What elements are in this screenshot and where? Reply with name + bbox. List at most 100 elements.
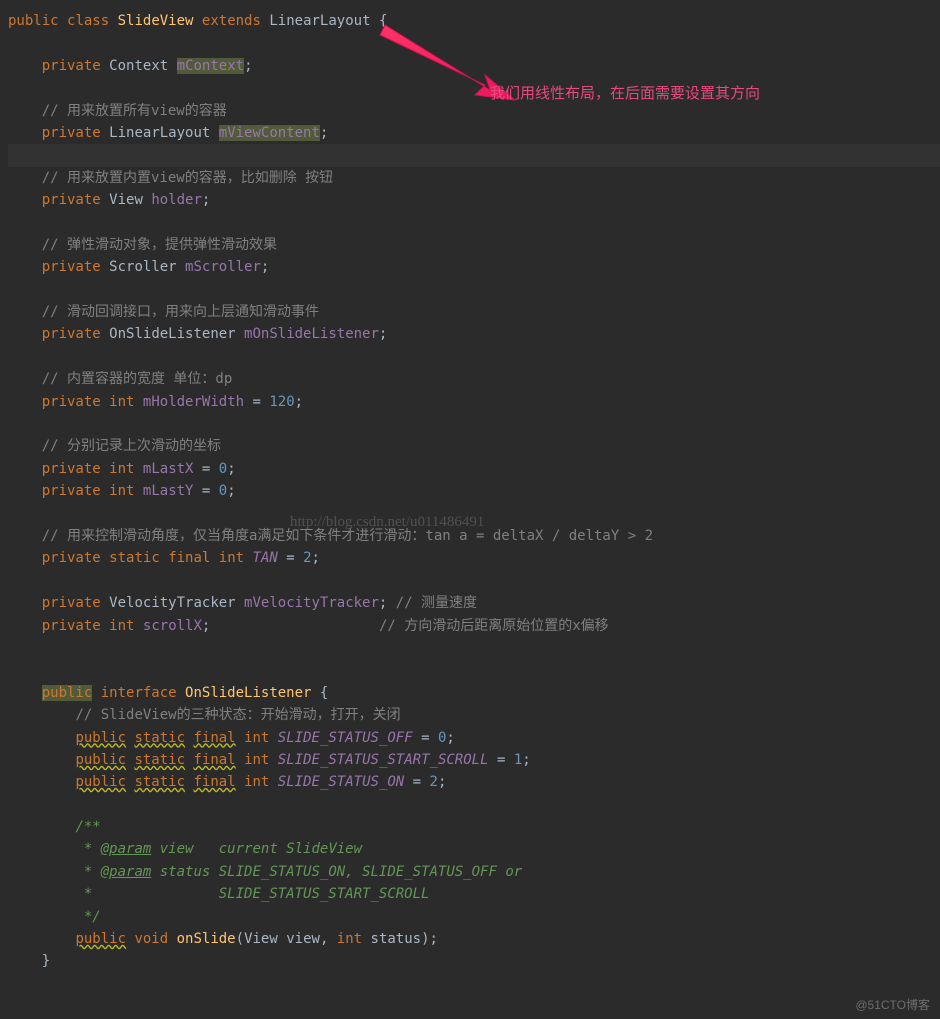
param: status bbox=[362, 931, 421, 947]
field: SLIDE_STATUS_ON bbox=[278, 774, 404, 790]
code-line: private int mLastY = 0; bbox=[8, 480, 940, 502]
eq: = bbox=[489, 752, 514, 768]
type: View bbox=[109, 192, 143, 208]
keyword-int: int bbox=[244, 730, 269, 746]
field: mScroller bbox=[185, 259, 261, 275]
keyword: private bbox=[42, 595, 101, 611]
javadoc: * bbox=[75, 841, 100, 857]
blank-line bbox=[8, 212, 940, 234]
blank-line bbox=[8, 637, 940, 659]
keyword: private bbox=[42, 550, 101, 566]
keyword: public bbox=[75, 774, 126, 790]
method-name: onSlide bbox=[177, 931, 236, 947]
type: View bbox=[244, 931, 278, 947]
code-line: private LinearLayout mViewContent; bbox=[8, 122, 940, 144]
comment: // 弹性滑动对象，提供弹性滑动效果 bbox=[42, 237, 277, 253]
parent-class: LinearLayout bbox=[269, 13, 370, 29]
code-line: private int scrollX; // 方向滑动后距离原始位置的x偏移 bbox=[8, 615, 940, 637]
field: scrollX bbox=[143, 618, 202, 634]
keyword-int: int bbox=[109, 394, 134, 410]
code-line: private View holder; bbox=[8, 189, 940, 211]
eq: = bbox=[278, 550, 303, 566]
javadoc: */ bbox=[75, 909, 100, 925]
watermark-center: http://blog.csdn.net/u011486491 bbox=[290, 510, 484, 534]
field: mContext bbox=[177, 58, 244, 74]
comment: // 内置容器的宽度 单位：dp bbox=[42, 371, 233, 387]
keyword: final bbox=[193, 752, 235, 768]
keyword: private bbox=[42, 483, 101, 499]
param: view bbox=[278, 931, 320, 947]
keyword: public bbox=[75, 730, 126, 746]
comment: // SlideView的三种状态：开始滑动，打开，关闭 bbox=[75, 707, 400, 723]
keyword: private bbox=[42, 326, 101, 342]
keyword: private bbox=[42, 58, 101, 74]
comment: // 滑动回调接口，用来向上层通知滑动事件 bbox=[42, 304, 319, 320]
code-line: private int mLastX = 0; bbox=[8, 458, 940, 480]
type: LinearLayout bbox=[109, 125, 210, 141]
keyword: final bbox=[193, 730, 235, 746]
blank-line bbox=[8, 279, 940, 301]
comment: // 分别记录上次滑动的坐标 bbox=[42, 438, 221, 454]
blank-line bbox=[8, 659, 940, 681]
keyword: final bbox=[168, 550, 210, 566]
doc-line: * SLIDE_STATUS_START_SCROLL bbox=[8, 883, 940, 905]
code-line: private Context mContext; bbox=[8, 55, 940, 77]
type: VelocityTracker bbox=[109, 595, 235, 611]
code-line: public static final int SLIDE_STATUS_OFF… bbox=[8, 727, 940, 749]
comment-line: // 用来放置内置view的容器，比如删除 按钮 bbox=[8, 167, 940, 189]
keyword-int: int bbox=[219, 550, 244, 566]
code-line: } bbox=[8, 950, 940, 972]
keyword-void: void bbox=[134, 931, 168, 947]
keyword-int: int bbox=[244, 774, 269, 790]
code-line: public interface OnSlideListener { bbox=[8, 682, 940, 704]
keyword-int: int bbox=[109, 483, 134, 499]
keyword-int: int bbox=[337, 931, 362, 947]
keyword: static bbox=[109, 550, 160, 566]
blank-line bbox=[8, 413, 940, 435]
comment-line: // 用来放置所有view的容器 bbox=[8, 100, 940, 122]
number: 120 bbox=[269, 394, 294, 410]
keyword-extends: extends bbox=[202, 13, 261, 29]
code-line: public class SlideView extends LinearLay… bbox=[8, 10, 940, 32]
field: SLIDE_STATUS_OFF bbox=[278, 730, 413, 746]
keyword: private bbox=[42, 618, 101, 634]
number: 2 bbox=[430, 774, 438, 790]
keyword: static bbox=[134, 774, 185, 790]
code-line: private static final int TAN = 2; bbox=[8, 547, 940, 569]
keyword: private bbox=[42, 125, 101, 141]
keyword: static bbox=[134, 730, 185, 746]
keyword-public: public bbox=[8, 13, 59, 29]
number: 1 bbox=[514, 752, 522, 768]
watermark-corner: @51CTO博客 bbox=[855, 996, 930, 1015]
brace: { bbox=[311, 685, 328, 701]
blank-line bbox=[8, 346, 940, 368]
keyword: final bbox=[193, 774, 235, 790]
comment: // 用来放置所有view的容器 bbox=[42, 103, 227, 119]
code-editor: public class SlideView extends LinearLay… bbox=[0, 10, 940, 973]
keyword: private bbox=[42, 394, 101, 410]
javadoc-tag: @param bbox=[101, 864, 152, 880]
comment-line: // 分别记录上次滑动的坐标 bbox=[8, 435, 940, 457]
field: SLIDE_STATUS_START_SCROLL bbox=[278, 752, 489, 768]
code-line: private int mHolderWidth = 120; bbox=[8, 391, 940, 413]
keyword: private bbox=[42, 461, 101, 477]
comment-line: // 滑动回调接口，用来向上层通知滑动事件 bbox=[8, 301, 940, 323]
eq: = bbox=[413, 730, 438, 746]
eq: = bbox=[193, 483, 218, 499]
keyword: static bbox=[134, 752, 185, 768]
number: 0 bbox=[219, 461, 227, 477]
code-line: private Scroller mScroller; bbox=[8, 256, 940, 278]
javadoc-text: view current SlideView bbox=[151, 841, 362, 857]
javadoc: * SLIDE_STATUS_START_SCROLL bbox=[75, 886, 429, 902]
comment: // 用来放置内置view的容器，比如删除 按钮 bbox=[42, 170, 333, 186]
blank-line bbox=[8, 794, 940, 816]
number: 0 bbox=[438, 730, 446, 746]
close: ); bbox=[421, 931, 438, 947]
field: mOnSlideListener bbox=[244, 326, 379, 342]
code-line: private VelocityTracker mVelocityTracker… bbox=[8, 592, 940, 614]
code-line: private OnSlideListener mOnSlideListener… bbox=[8, 323, 940, 345]
keyword: public bbox=[42, 685, 93, 701]
field: mHolderWidth bbox=[143, 394, 244, 410]
keyword-int: int bbox=[109, 618, 134, 634]
keyword: private bbox=[42, 259, 101, 275]
